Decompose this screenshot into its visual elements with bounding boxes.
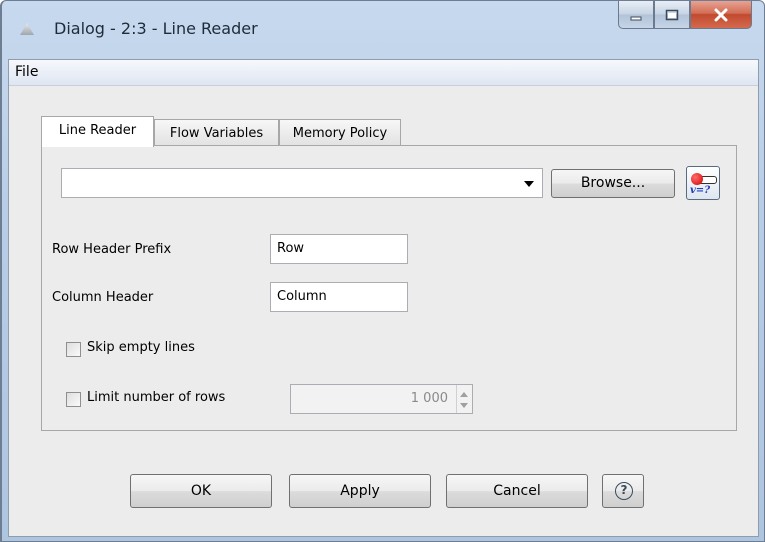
limit-rows-value: 1 000 bbox=[410, 391, 448, 406]
ok-button[interactable]: OK bbox=[130, 474, 272, 508]
close-button[interactable] bbox=[690, 1, 752, 29]
spinner-down-icon bbox=[460, 403, 468, 408]
limit-rows-spinner: 1 000 bbox=[290, 384, 473, 414]
maximize-button[interactable] bbox=[654, 1, 690, 29]
minimize-icon bbox=[630, 16, 642, 20]
menu-file[interactable]: File bbox=[15, 64, 38, 80]
minimize-button[interactable] bbox=[618, 1, 654, 29]
flow-variable-icon-text: v=? bbox=[690, 185, 711, 196]
line-reader-panel: Browse... v=? Row Header Prefix Row Colu… bbox=[41, 145, 737, 431]
file-path-combo[interactable] bbox=[61, 168, 543, 198]
cancel-button[interactable]: Cancel bbox=[446, 474, 588, 508]
maximize-icon bbox=[665, 9, 679, 20]
column-header-input[interactable]: Column bbox=[270, 282, 408, 312]
tab-flow-variables[interactable]: Flow Variables bbox=[154, 119, 279, 147]
help-button[interactable]: ? bbox=[602, 474, 644, 508]
limit-rows-checkbox[interactable] bbox=[66, 392, 81, 407]
red-dot-icon bbox=[691, 173, 703, 185]
window-title: Dialog - 2:3 - Line Reader bbox=[54, 19, 258, 38]
row-header-prefix-input[interactable]: Row bbox=[270, 234, 408, 264]
column-header-label: Column Header bbox=[52, 290, 154, 305]
apply-button[interactable]: Apply bbox=[289, 474, 431, 508]
row-header-prefix-label: Row Header Prefix bbox=[52, 242, 172, 257]
tab-memory-policy[interactable]: Memory Policy bbox=[279, 119, 401, 147]
skip-empty-lines-label[interactable]: Skip empty lines bbox=[87, 340, 195, 355]
browse-button[interactable]: Browse... bbox=[551, 169, 675, 198]
menu-bar: File bbox=[9, 60, 758, 86]
chevron-down-icon[interactable] bbox=[524, 181, 534, 187]
flow-variable-button[interactable]: v=? bbox=[686, 166, 720, 200]
app-icon bbox=[20, 23, 34, 35]
close-icon bbox=[714, 8, 728, 21]
dialog-window: Dialog - 2:3 - Line Reader File Line Rea… bbox=[0, 0, 765, 542]
spinner-buttons bbox=[456, 385, 472, 413]
dialog-client-area: File Line Reader Flow Variables Memory P… bbox=[8, 59, 759, 537]
tab-line-reader[interactable]: Line Reader bbox=[41, 116, 154, 147]
spinner-up-icon bbox=[460, 392, 468, 397]
window-controls bbox=[618, 1, 752, 35]
help-icon: ? bbox=[615, 482, 633, 500]
limit-rows-label[interactable]: Limit number of rows bbox=[87, 390, 225, 405]
title-bar[interactable]: Dialog - 2:3 - Line Reader bbox=[2, 1, 764, 57]
skip-empty-lines-checkbox[interactable] bbox=[66, 342, 81, 357]
